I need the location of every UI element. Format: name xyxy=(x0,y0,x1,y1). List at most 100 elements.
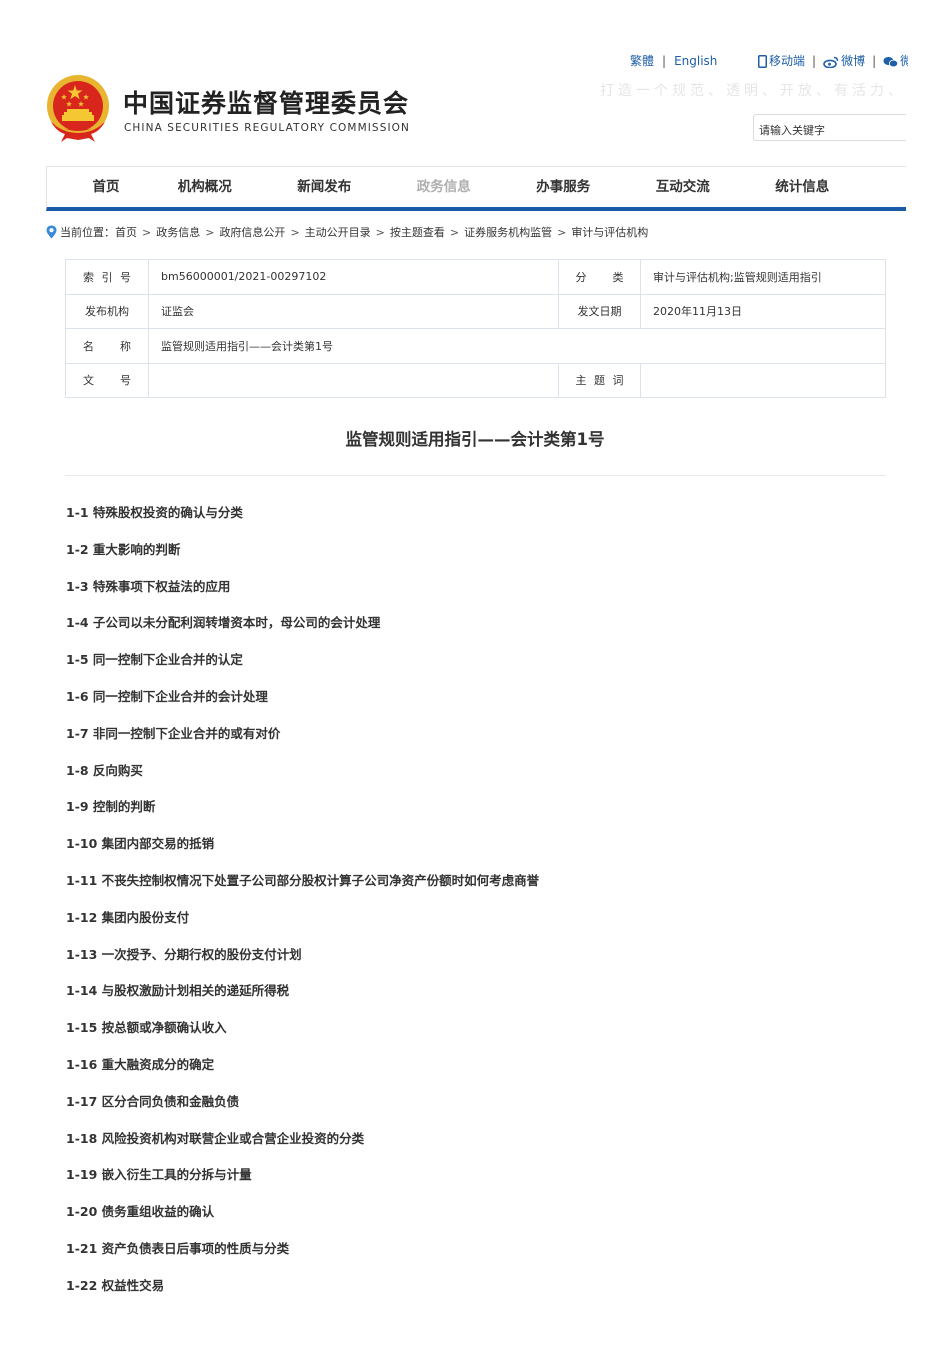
breadcrumb-separator: > xyxy=(557,225,567,239)
list-item: 1-4 子公司以未分配利润转增资本时，母公司的会计处理 xyxy=(66,615,381,631)
breadcrumb-separator: > xyxy=(142,225,152,239)
name-value: 监管规则适用指引——会计类第1号 xyxy=(148,328,886,364)
site-header: 中国证券监督管理委员会 CHINA SECURITIES REGULATORY … xyxy=(0,0,950,165)
breadcrumb-item-government-info[interactable]: 政务信息 xyxy=(156,224,200,240)
mobile-icon xyxy=(758,55,767,68)
label-char: 名 xyxy=(83,339,94,353)
list-item: 1-11 不丧失控制权情况下处置子公司部分股权计算子公司净资产份额时如何考虑商誉 xyxy=(66,872,540,888)
category-label: 分类 xyxy=(558,259,641,295)
list-item: 1-12 集团内股份支付 xyxy=(66,909,190,925)
weibo-link[interactable]: 微博 xyxy=(823,52,865,69)
info-row: 索引号 bm56000001/2021-00297102 分类 审计与评估机构;… xyxy=(65,259,886,295)
wechat-icon xyxy=(883,56,899,67)
breadcrumb-item-by-topic[interactable]: 按主题查看 xyxy=(390,224,445,240)
index-label: 索引号 xyxy=(65,259,149,295)
search-input[interactable]: 请输入关键字 xyxy=(753,114,906,141)
language-links: 繁體 | English xyxy=(630,52,717,69)
location-pin-icon xyxy=(46,225,57,239)
separator: | xyxy=(872,53,877,68)
label-char: 号 xyxy=(120,270,131,284)
breadcrumb-separator: > xyxy=(205,225,215,239)
list-item: 1-17 区分合同负债和金融负债 xyxy=(66,1093,240,1109)
nav-item-home[interactable]: 首页 xyxy=(67,167,145,207)
weibo-label: 微博 xyxy=(841,54,866,68)
list-item: 1-22 权益性交易 xyxy=(66,1277,165,1293)
breadcrumb-item-securities-service[interactable]: 证券服务机构监管 xyxy=(464,224,552,240)
nav-item-news[interactable]: 新闻发布 xyxy=(265,167,385,207)
separator: | xyxy=(662,53,667,68)
keywords-label: 主题词 xyxy=(558,362,641,398)
date-label: 发文日期 xyxy=(558,293,641,329)
label-char: 称 xyxy=(120,339,131,353)
list-item: 1-15 按总额或净额确认收入 xyxy=(66,1020,227,1036)
label-char: 索 xyxy=(83,270,94,284)
mobile-link[interactable]: 移动端 xyxy=(758,52,805,69)
wechat-label: 微 xyxy=(900,54,908,68)
weibo-icon xyxy=(823,56,839,68)
breadcrumb-separator: > xyxy=(375,225,385,239)
site-title[interactable]: 中国证券监督管理委员会 xyxy=(123,84,409,120)
docno-value xyxy=(148,362,559,398)
breadcrumb-item-home[interactable]: 首页 xyxy=(115,224,137,240)
site-subtitle: CHINA SECURITIES REGULATORY COMMISSION xyxy=(124,122,410,134)
info-row: 文号 主题词 xyxy=(65,362,886,398)
document-contents: 1-1 特殊股权投资的确认与分类 1-2 重大影响的判断 1-3 特殊事项下权益… xyxy=(66,502,539,1312)
list-item: 1-14 与股权激励计划相关的递延所得税 xyxy=(66,983,290,999)
label-char: 号 xyxy=(120,374,131,388)
breadcrumb-separator: > xyxy=(449,225,460,239)
list-item: 1-21 资产负债表日后事项的性质与分类 xyxy=(66,1240,290,1256)
publisher-value: 证监会 xyxy=(148,293,559,329)
nav-item-government-info[interactable]: 政务信息 xyxy=(384,167,504,207)
docno-label: 文号 xyxy=(65,362,149,398)
national-emblem-icon[interactable] xyxy=(45,74,111,146)
english-link[interactable]: English xyxy=(674,54,717,68)
slogan: 打造一个规范、透明、开放、有活力、有韧性的资本市场 xyxy=(600,83,906,99)
breadcrumb-item-audit-appraisal[interactable]: 审计与评估机构 xyxy=(571,224,648,240)
breadcrumb-item-catalog[interactable]: 主动公开目录 xyxy=(305,224,371,240)
breadcrumb-item-info-disclosure[interactable]: 政府信息公开 xyxy=(219,224,285,240)
nav-item-services[interactable]: 办事服务 xyxy=(504,167,624,207)
separator: | xyxy=(812,53,817,68)
list-item: 1-1 特殊股权投资的确认与分类 xyxy=(66,505,243,520)
label-char: 主 xyxy=(575,374,587,388)
list-item: 1-19 嵌入衍生工具的分拆与计量 xyxy=(66,1167,252,1183)
mobile-label: 移动端 xyxy=(769,54,806,68)
info-row: 发布机构 证监会 发文日期 2020年11月13日 xyxy=(65,293,886,329)
list-item: 1-3 特殊事项下权益法的应用 xyxy=(66,578,231,594)
traditional-chinese-link[interactable]: 繁體 xyxy=(630,52,654,69)
list-item: 1-8 反向购买 xyxy=(66,762,143,778)
document-title: 监管规则适用指引——会计类第1号 xyxy=(345,430,605,449)
list-item: 1-7 非同一控制下企业合并的或有对价 xyxy=(66,725,281,741)
date-value: 2020年11月13日 xyxy=(640,293,886,329)
index-value: bm56000001/2021-00297102 xyxy=(148,259,559,295)
wechat-link[interactable]: 微 xyxy=(883,52,908,69)
main-nav: 首页 机构概况 新闻发布 政务信息 办事服务 互动交流 统计信息 xyxy=(46,166,906,211)
keywords-value xyxy=(640,362,886,398)
list-item: 1-2 重大影响的判断 xyxy=(66,541,181,557)
breadcrumb: 当前位置： 首页 > 政务信息 > 政府信息公开 > 主动公开目录 > 按主题查… xyxy=(46,224,648,240)
list-item: 1-9 控制的判断 xyxy=(66,799,156,815)
label-char: 分 xyxy=(575,270,587,284)
divider xyxy=(65,475,886,476)
breadcrumb-separator: > xyxy=(290,225,300,239)
info-row: 名称 监管规则适用指引——会计类第1号 xyxy=(65,328,886,364)
breadcrumb-prefix: 当前位置： xyxy=(60,226,115,239)
nav-item-interaction[interactable]: 互动交流 xyxy=(623,167,743,207)
label-char: 词 xyxy=(612,374,624,388)
publisher-label: 发布机构 xyxy=(65,293,149,329)
label-char: 文 xyxy=(83,374,94,388)
label-char: 引 xyxy=(101,270,113,284)
nav-item-about[interactable]: 机构概况 xyxy=(145,167,265,207)
list-item: 1-5 同一控制下企业合并的认定 xyxy=(66,652,243,668)
list-item: 1-18 风险投资机构对联营企业或合营企业投资的分类 xyxy=(66,1130,365,1146)
list-item: 1-13 一次授予、分期行权的股份支付计划 xyxy=(66,946,302,962)
list-item: 1-10 集团内部交易的抵销 xyxy=(66,836,215,852)
label-char: 题 xyxy=(594,374,605,388)
nav-item-statistics[interactable]: 统计信息 xyxy=(743,167,863,207)
document-info-table: 索引号 bm56000001/2021-00297102 分类 审计与评估机构;… xyxy=(65,259,886,398)
list-item: 1-6 同一控制下企业合并的会计处理 xyxy=(66,688,268,704)
list-item: 1-16 重大融资成分的确定 xyxy=(66,1056,215,1072)
list-item: 1-20 债务重组收益的确认 xyxy=(66,1204,215,1220)
name-label: 名称 xyxy=(65,328,149,364)
label-char: 类 xyxy=(612,270,624,284)
